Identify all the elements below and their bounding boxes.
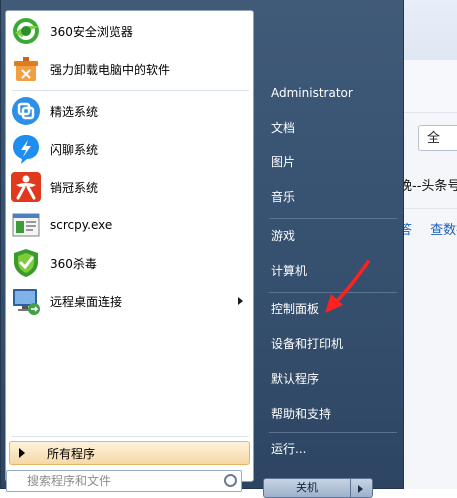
programs-divider [12, 90, 249, 91]
program-item-shanliao[interactable]: 闪聊系统 [8, 131, 251, 167]
search-icon[interactable] [224, 474, 237, 487]
scrcpy-icon [10, 209, 42, 241]
program-label: scrcpy.exe [50, 218, 113, 232]
program-item-jingxuan[interactable]: 精选系统 [8, 93, 251, 129]
background-header-band [404, 60, 457, 113]
right-pane-divider [269, 292, 397, 293]
games-item[interactable]: 游戏 [263, 221, 398, 251]
computer-item[interactable]: 计算机 [263, 256, 398, 286]
program-item-uninstaller[interactable]: 强力卸载电脑中的软件 [8, 51, 251, 87]
right-pane-divider [269, 218, 397, 219]
background-select-field[interactable]: 全 [418, 125, 457, 151]
program-item-remote-desktop[interactable]: 远程桌面连接 [8, 283, 251, 319]
background-toolbar [404, 0, 457, 60]
program-label: 强力卸载电脑中的软件 [50, 62, 171, 77]
program-item-360-browser[interactable]: 360安全浏览器 [8, 13, 251, 49]
default-programs-item[interactable]: 默认程序 [263, 364, 398, 394]
program-item-scrcpy[interactable]: scrcpy.exe [8, 207, 251, 243]
background-links: 答 查数据 [399, 219, 457, 238]
all-programs-divider [12, 436, 249, 437]
start-menu: 360安全浏览器 强力卸载电脑中的软件 精选系统 闪聊系统 销冠系统 scrcp… [0, 0, 405, 498]
user-folder-item[interactable]: Administrator [263, 78, 398, 108]
shutdown-button[interactable]: 关机 [263, 478, 351, 498]
shutdown-options-button[interactable] [351, 478, 373, 498]
jingxuan-icon [10, 95, 42, 127]
help-support-item[interactable]: 帮助和支持 [263, 399, 398, 429]
right-pane-divider [269, 432, 397, 433]
documents-item[interactable]: 文档 [263, 113, 398, 143]
devices-printers-item[interactable]: 设备和打印机 [263, 329, 398, 359]
program-label: 360安全浏览器 [50, 24, 133, 39]
search-placeholder: 搜索程序和文件 [27, 474, 112, 488]
antivirus-360-icon [10, 247, 42, 279]
all-programs-label: 所有程序 [47, 446, 96, 461]
run-item[interactable]: 运行... [263, 434, 398, 464]
browser-360-icon [10, 15, 42, 47]
program-label: 精选系统 [50, 104, 99, 119]
program-item-360-antivirus[interactable]: 360杀毒 [8, 245, 251, 281]
remote-desktop-icon [10, 285, 42, 317]
music-item[interactable]: 音乐 [263, 182, 398, 212]
program-label: 销冠系统 [50, 180, 99, 195]
program-label: 闪聊系统 [50, 142, 99, 157]
submenu-arrow-icon [238, 297, 243, 305]
all-programs-button[interactable]: 所有程序 [9, 441, 250, 465]
expand-arrow-icon [19, 448, 25, 458]
xiaoguan-icon [10, 171, 42, 203]
start-menu-programs-pane: 360安全浏览器 强力卸载电脑中的软件 精选系统 闪聊系统 销冠系统 scrcp… [5, 10, 254, 482]
control-panel-item[interactable]: 控制面板 [263, 294, 398, 324]
lightning-chat-icon [10, 133, 42, 165]
program-label: 远程桌面连接 [50, 294, 123, 309]
background-headline[interactable]: 晚--头条号 [399, 175, 457, 194]
program-item-xiaoguan[interactable]: 销冠系统 [8, 169, 251, 205]
pictures-item[interactable]: 图片 [263, 147, 398, 177]
background-divider [404, 208, 457, 209]
program-label: 360杀毒 [50, 256, 97, 271]
background-link-data[interactable]: 查数据 [430, 223, 457, 238]
start-menu-right-pane: Administrator 文档 图片 音乐 游戏 计算机 控制面板 设备和打印… [259, 0, 405, 498]
uninstall-icon [10, 53, 42, 85]
